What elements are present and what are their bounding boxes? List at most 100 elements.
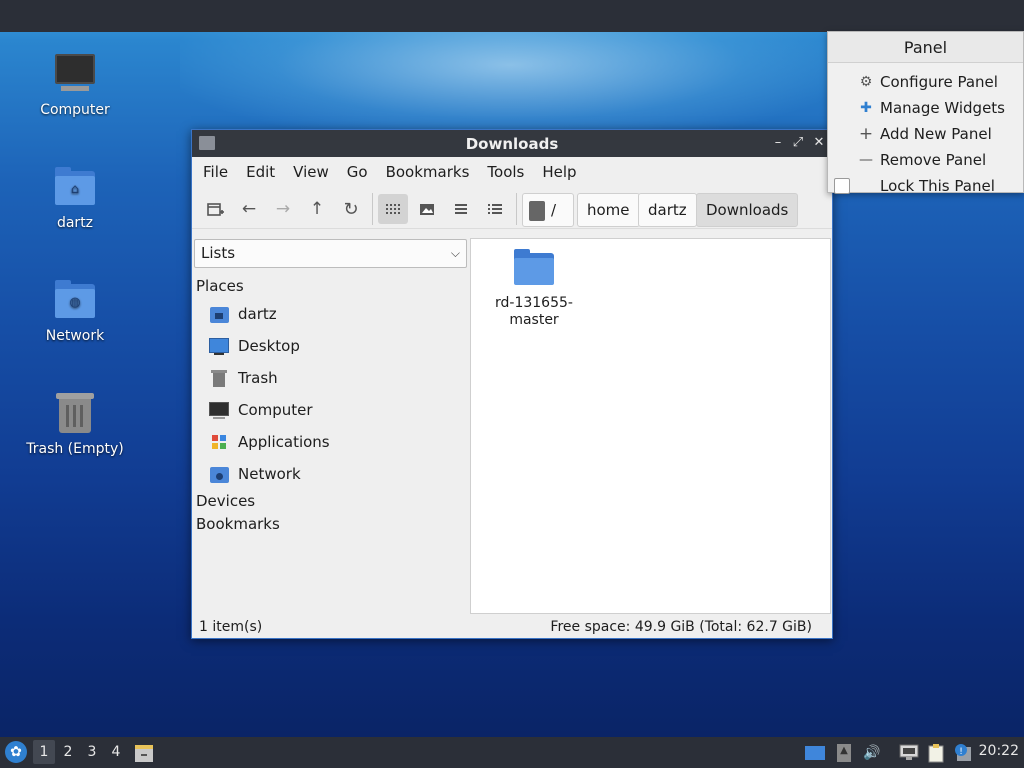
file-view-pane[interactable]: rd-131655- master xyxy=(470,238,831,614)
tray-updates[interactable]: ▲ xyxy=(834,743,854,763)
menu-help[interactable]: Help xyxy=(533,163,585,181)
close-button[interactable]: ✕ xyxy=(810,134,828,152)
window-titlebar[interactable]: Downloads – ⤢ ✕ xyxy=(192,130,832,157)
forward-button[interactable]: → xyxy=(268,194,298,224)
workspace-1[interactable]: 1 xyxy=(33,740,55,764)
wallpaper-glow xyxy=(180,32,840,142)
menu-bookmarks[interactable]: Bookmarks xyxy=(377,163,479,181)
info-icon: ! xyxy=(955,744,971,761)
menu-item-add-new-panel[interactable]: + Add New Panel xyxy=(828,121,1023,147)
taskbar-file-manager-button[interactable] xyxy=(134,743,154,763)
network-folder-icon xyxy=(209,464,229,484)
file-manager-window[interactable]: Downloads – ⤢ ✕ File Edit View Go Bookma… xyxy=(191,129,833,639)
workspace-4[interactable]: 4 xyxy=(105,740,127,764)
desktop-icon xyxy=(209,336,229,356)
drive-icon xyxy=(529,200,545,221)
sidebar-mode-select[interactable]: Lists ⌵ xyxy=(194,239,467,268)
breadcrumb-home[interactable]: home xyxy=(577,193,640,227)
sidebar-item-trash[interactable]: Trash xyxy=(209,365,278,391)
thumbnail-view-button[interactable] xyxy=(412,194,442,224)
sidebar-item-applications[interactable]: Applications xyxy=(209,429,330,455)
clock[interactable]: 20:22 xyxy=(979,743,1019,759)
status-bar: 1 item(s) Free space: 49.9 GiB (Total: 6… xyxy=(192,615,832,639)
workspace-2[interactable]: 2 xyxy=(57,740,79,764)
top-panel[interactable] xyxy=(0,0,1024,32)
sidebar-item-label: Desktop xyxy=(238,337,300,355)
sidebar-item-label: Trash xyxy=(238,369,278,387)
tray-show-desktop[interactable] xyxy=(805,743,825,763)
menu-item-label: Lock This Panel xyxy=(880,177,995,195)
compact-view-button[interactable] xyxy=(446,194,476,224)
menu-view[interactable]: View xyxy=(284,163,338,181)
menu-file[interactable]: File xyxy=(194,163,237,181)
back-button[interactable]: ← xyxy=(234,194,264,224)
clipboard-icon xyxy=(928,744,944,763)
menu-item-manage-widgets[interactable]: ✚ Manage Widgets xyxy=(828,95,1023,121)
panel-context-menu[interactable]: Panel ⚙ Configure Panel ✚ Manage Widgets… xyxy=(827,31,1024,195)
sidebar-item-label: dartz xyxy=(238,305,277,323)
menu-item-label: Configure Panel xyxy=(880,73,998,91)
detail-list-icon xyxy=(488,204,502,214)
home-folder-icon: ⌂ xyxy=(53,165,97,209)
tray-notifications[interactable]: ! xyxy=(953,743,973,763)
image-icon xyxy=(420,204,434,215)
maximize-button[interactable]: ⤢ xyxy=(789,134,807,152)
breadcrumb-root-label: / xyxy=(551,201,557,219)
reload-button[interactable]: ↻ xyxy=(336,194,366,224)
sidebar-item-dartz[interactable]: dartz xyxy=(209,301,277,327)
menu-bar: File Edit View Go Bookmarks Tools Help xyxy=(192,157,832,187)
breadcrumb-downloads[interactable]: Downloads xyxy=(696,193,799,227)
bookmarks-heading[interactable]: Bookmarks xyxy=(196,515,280,533)
start-menu-button[interactable]: ✿ xyxy=(5,741,27,763)
tray-volume[interactable]: 🔊 xyxy=(862,743,882,763)
menu-edit[interactable]: Edit xyxy=(237,163,284,181)
item-count: 1 item(s) xyxy=(199,619,263,635)
chevron-down-icon: ⌵ xyxy=(450,246,460,260)
workspace-3[interactable]: 3 xyxy=(81,740,103,764)
desktop-icon xyxy=(805,746,825,760)
places-heading[interactable]: Places xyxy=(196,277,244,295)
icon-view-button[interactable] xyxy=(378,194,408,224)
toolbar-separator xyxy=(372,193,373,225)
file-cabinet-icon xyxy=(135,745,153,762)
menu-tools[interactable]: Tools xyxy=(478,163,533,181)
sidebar-item-computer[interactable]: Computer xyxy=(209,397,313,423)
menu-item-remove-panel[interactable]: — Remove Panel xyxy=(828,147,1023,173)
new-tab-button[interactable] xyxy=(200,194,230,224)
new-tab-icon xyxy=(207,203,224,216)
desktop-icon-computer[interactable]: Computer xyxy=(15,52,135,118)
tray-clipboard[interactable] xyxy=(926,743,946,763)
menu-go[interactable]: Go xyxy=(338,163,377,181)
file-item[interactable]: rd-131655- master xyxy=(479,247,589,329)
menu-item-lock-panel[interactable]: Lock This Panel xyxy=(828,173,1023,199)
gear-icon: ⚙ xyxy=(859,74,873,90)
volume-icon: 🔊 xyxy=(863,745,881,761)
desktop-icon-dartz[interactable]: ⌂ dartz xyxy=(15,165,135,231)
taskbar: ✿ 1 2 3 4 ▲ 🔊 ! 20:22 xyxy=(0,737,1024,768)
svg-text:!: ! xyxy=(959,747,963,757)
tray-network[interactable] xyxy=(899,743,919,763)
desktop-icon-trash[interactable]: Trash (Empty) xyxy=(15,391,135,457)
trash-icon xyxy=(53,391,97,435)
devices-heading[interactable]: Devices xyxy=(196,492,255,510)
free-space: Free space: 49.9 GiB (Total: 62.7 GiB) xyxy=(550,619,812,635)
sidebar-item-desktop[interactable]: Desktop xyxy=(209,333,300,359)
menu-item-label: Manage Widgets xyxy=(880,99,1005,117)
upload-icon: ▲ xyxy=(837,744,851,762)
breadcrumb-root[interactable]: / xyxy=(522,193,574,227)
toolbar-separator xyxy=(516,193,517,225)
minimize-button[interactable]: – xyxy=(769,134,787,152)
puzzle-icon: ✚ xyxy=(860,100,872,116)
detail-view-button[interactable] xyxy=(480,194,510,224)
window-title: Downloads xyxy=(465,135,559,153)
plus-icon: + xyxy=(858,124,874,144)
desktop-icon-network[interactable]: ◍ Network xyxy=(15,278,135,344)
lock-panel-checkbox[interactable] xyxy=(834,178,850,194)
sidebar-item-label: Network xyxy=(238,465,301,483)
menu-item-label: Add New Panel xyxy=(880,125,992,143)
up-button[interactable]: ↑ xyxy=(302,194,332,224)
breadcrumb-dartz[interactable]: dartz xyxy=(638,193,697,227)
menu-item-configure-panel[interactable]: ⚙ Configure Panel xyxy=(828,69,1023,95)
sidebar-item-network[interactable]: Network xyxy=(209,461,301,487)
desktop-icon-label: Network xyxy=(45,328,105,344)
